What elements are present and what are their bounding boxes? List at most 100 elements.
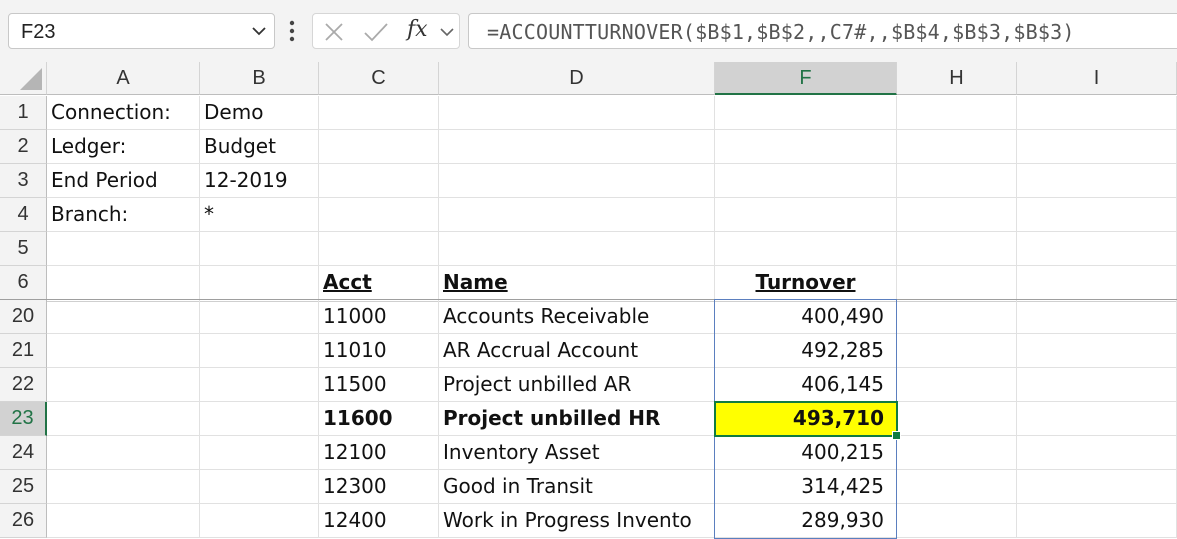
- formula-input[interactable]: =ACCOUNTTURNOVER($B$1,$B$2,,C7#,,$B$4,$B…: [468, 13, 1177, 49]
- cell-i20[interactable]: [1017, 300, 1177, 334]
- cell-b3[interactable]: 12-2019: [200, 164, 319, 198]
- row-header[interactable]: 2: [0, 130, 47, 164]
- row-header[interactable]: 26: [0, 504, 47, 538]
- cell-a21[interactable]: [47, 334, 200, 368]
- insert-function-icon[interactable]: fx: [407, 17, 428, 42]
- cell-b24[interactable]: [200, 436, 319, 470]
- cell-b1[interactable]: Demo: [200, 96, 319, 130]
- cell-f4[interactable]: [715, 198, 897, 232]
- cell-c2[interactable]: [319, 130, 439, 164]
- cell-f1[interactable]: [715, 96, 897, 130]
- cell-f5[interactable]: [715, 232, 897, 266]
- cell-b22[interactable]: [200, 368, 319, 402]
- column-title-name[interactable]: Name: [439, 266, 715, 300]
- cell-acct[interactable]: 11000: [319, 300, 439, 334]
- cell-a1[interactable]: Connection:: [47, 96, 200, 130]
- cell-a4[interactable]: Branch:: [47, 198, 200, 232]
- cell-i25[interactable]: [1017, 470, 1177, 504]
- cell-h23[interactable]: [897, 402, 1017, 436]
- cell-name[interactable]: Accounts Receivable: [439, 300, 715, 334]
- cell-acct[interactable]: 12100: [319, 436, 439, 470]
- cell-b2[interactable]: Budget: [200, 130, 319, 164]
- cell-i5[interactable]: [1017, 232, 1177, 266]
- row-header-active[interactable]: 23: [0, 402, 47, 436]
- column-header-i[interactable]: I: [1017, 62, 1177, 95]
- cell-c5[interactable]: [319, 232, 439, 266]
- row-header[interactable]: 6: [0, 266, 47, 300]
- fill-handle[interactable]: [892, 431, 901, 440]
- cell-name[interactable]: AR Accrual Account: [439, 334, 715, 368]
- cell-d1[interactable]: [439, 96, 715, 130]
- cell-c4[interactable]: [319, 198, 439, 232]
- cell-d3[interactable]: [439, 164, 715, 198]
- cell-turnover[interactable]: 400,215: [715, 436, 897, 470]
- cell-b21[interactable]: [200, 334, 319, 368]
- cell-turnover[interactable]: 492,285: [715, 334, 897, 368]
- chevron-down-icon[interactable]: [439, 24, 455, 40]
- cell-b20[interactable]: [200, 300, 319, 334]
- cell-c1[interactable]: [319, 96, 439, 130]
- cell-h4[interactable]: [897, 198, 1017, 232]
- more-options-icon[interactable]: [282, 17, 302, 45]
- cell-acct[interactable]: 11010: [319, 334, 439, 368]
- row-header[interactable]: 1: [0, 96, 47, 130]
- cell-a20[interactable]: [47, 300, 200, 334]
- cell-acct[interactable]: 11500: [319, 368, 439, 402]
- cell-b23[interactable]: [200, 402, 319, 436]
- cell-name[interactable]: Project unbilled HR: [439, 402, 715, 436]
- cell-name[interactable]: Inventory Asset: [439, 436, 715, 470]
- cell-a24[interactable]: [47, 436, 200, 470]
- cell-h5[interactable]: [897, 232, 1017, 266]
- cell-a25[interactable]: [47, 470, 200, 504]
- cell-h26[interactable]: [897, 504, 1017, 538]
- cell-acct[interactable]: 12400: [319, 504, 439, 538]
- cell-h2[interactable]: [897, 130, 1017, 164]
- cell-name[interactable]: Work in Progress Invento: [439, 504, 715, 538]
- column-header-f[interactable]: F: [715, 62, 897, 95]
- cell-a23[interactable]: [47, 402, 200, 436]
- cell-h1[interactable]: [897, 96, 1017, 130]
- cell-h3[interactable]: [897, 164, 1017, 198]
- cell-c3[interactable]: [319, 164, 439, 198]
- cell-d5[interactable]: [439, 232, 715, 266]
- cell-b26[interactable]: [200, 504, 319, 538]
- cell-b25[interactable]: [200, 470, 319, 504]
- row-header[interactable]: 25: [0, 470, 47, 504]
- cell-f2[interactable]: [715, 130, 897, 164]
- cell-d2[interactable]: [439, 130, 715, 164]
- cell-h21[interactable]: [897, 334, 1017, 368]
- cell-f3[interactable]: [715, 164, 897, 198]
- column-title-turnover[interactable]: Turnover: [715, 266, 897, 300]
- row-header[interactable]: 20: [0, 300, 47, 334]
- cell-name[interactable]: Project unbilled AR: [439, 368, 715, 402]
- row-header[interactable]: 24: [0, 436, 47, 470]
- column-header-c[interactable]: C: [319, 62, 439, 95]
- cell-i24[interactable]: [1017, 436, 1177, 470]
- cell-b5[interactable]: [200, 232, 319, 266]
- cell-a22[interactable]: [47, 368, 200, 402]
- column-title-acct[interactable]: Acct: [319, 266, 439, 300]
- cell-b6[interactable]: [200, 266, 319, 300]
- cell-turnover[interactable]: 406,145: [715, 368, 897, 402]
- cell-acct[interactable]: 12300: [319, 470, 439, 504]
- row-header[interactable]: 4: [0, 198, 47, 232]
- cell-name[interactable]: Good in Transit: [439, 470, 715, 504]
- row-header[interactable]: 3: [0, 164, 47, 198]
- cell-i2[interactable]: [1017, 130, 1177, 164]
- cell-turnover[interactable]: 314,425: [715, 470, 897, 504]
- cell-d4[interactable]: [439, 198, 715, 232]
- cell-a2[interactable]: Ledger:: [47, 130, 200, 164]
- cell-h25[interactable]: [897, 470, 1017, 504]
- cell-a6[interactable]: [47, 266, 200, 300]
- row-header[interactable]: 22: [0, 368, 47, 402]
- cell-a5[interactable]: [47, 232, 200, 266]
- cell-turnover[interactable]: 289,930: [715, 504, 897, 538]
- cell-i4[interactable]: [1017, 198, 1177, 232]
- row-header[interactable]: 5: [0, 232, 47, 266]
- cell-h20[interactable]: [897, 300, 1017, 334]
- chevron-down-icon[interactable]: [250, 22, 268, 40]
- cell-i1[interactable]: [1017, 96, 1177, 130]
- cell-h24[interactable]: [897, 436, 1017, 470]
- cell-i23[interactable]: [1017, 402, 1177, 436]
- cell-h22[interactable]: [897, 368, 1017, 402]
